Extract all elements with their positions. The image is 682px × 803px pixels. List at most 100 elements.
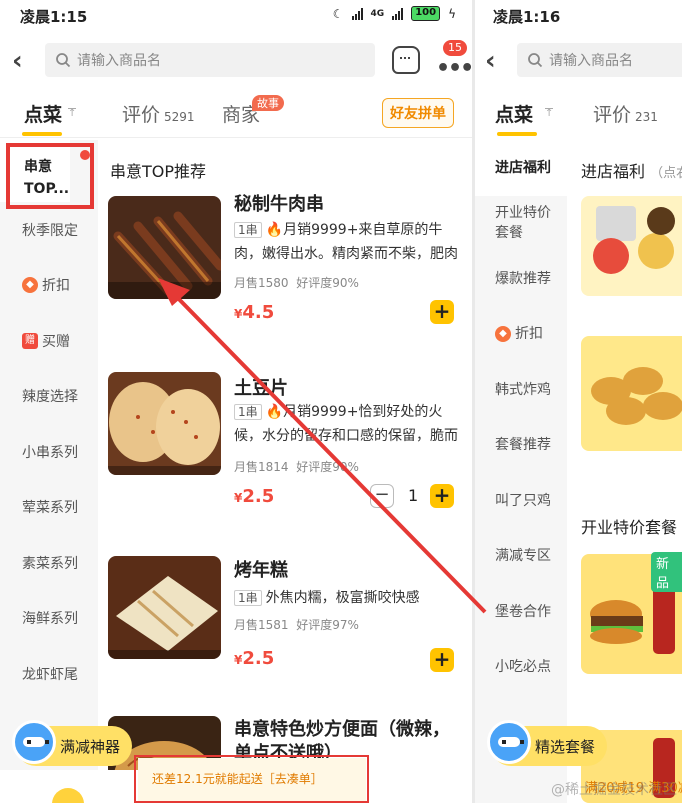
dish-price: ¥4.5 xyxy=(234,302,274,323)
rating: 好评度90% xyxy=(296,276,359,290)
sidebar-item-small-skewers[interactable]: 小串系列 xyxy=(0,424,98,480)
add-button[interactable]: + xyxy=(430,300,454,324)
sidebar-item-combo[interactable]: 套餐推荐 xyxy=(475,418,567,474)
customer-service-icon[interactable] xyxy=(392,46,420,74)
tab-reviews-label: 评价 xyxy=(122,104,161,126)
sidebar-item-hot[interactable]: 爆款推荐 xyxy=(475,251,567,307)
sidebar-item-label: 满减专区 xyxy=(495,548,551,565)
screenshot-root: 凌晨1:15 ☾ 4G 100 ϟ ‹ 请输入商品名 ••• 15 点菜 评价 5… xyxy=(0,0,682,803)
sidebar-item-label: 进店福利 xyxy=(495,159,551,176)
quantity-value: 1 xyxy=(408,486,419,505)
sidebar-item-veg[interactable]: 素菜系列 xyxy=(0,535,98,591)
dish-list: 串意TOP推荐 秘制牛肉串 1串 🔥月销9999+来自草原的牛肉，嫩得出水。精肉紧… xyxy=(98,140,472,803)
section-title: 串意TOP推荐 xyxy=(110,162,207,181)
sidebar-item-meat[interactable]: 荤菜系列 xyxy=(0,480,98,536)
signal-icon-2 xyxy=(392,7,404,20)
dish-item[interactable]: 土豆片 1串 🔥月销9999+恰到好处的火候，水分的留存和口感的保留，脆而 月售1… xyxy=(108,372,468,512)
sidebar-item-opening[interactable]: 开业特价套餐 xyxy=(475,196,555,252)
dish-unit-tag: 1串 xyxy=(234,404,262,420)
sidebar-item-discount[interactable]: ◆ 折扣 xyxy=(475,307,567,363)
discount-icon: ◆ xyxy=(495,326,511,343)
dish-description: 1串 🔥月销9999+来自草原的牛肉，嫩得出水。精肉紧而不柴，肥肉 xyxy=(234,218,462,266)
dish-name: 秘制牛肉串 xyxy=(234,194,324,215)
combo-picks-label: 精选套餐 xyxy=(535,737,596,756)
tab-reviews[interactable]: 评价 231 xyxy=(593,100,658,127)
dish-stats: 月售1580 好评度90% xyxy=(234,274,359,291)
discount-icon: ◆ xyxy=(22,277,38,294)
more-icon[interactable]: ••• xyxy=(436,56,472,81)
sidebar-item-chicken[interactable]: 叫了只鸡 xyxy=(475,473,567,529)
signal-icon xyxy=(351,7,363,20)
tab-order-label: 点菜 xyxy=(24,104,63,126)
sidebar-item-label: 龙虾虾尾 xyxy=(22,666,78,683)
monthly-sales: 月售1580 xyxy=(234,276,289,290)
dish-stats: 月售1581 好评度97% xyxy=(234,616,359,633)
search-bar: ‹ 请输入商品名 ••• 15 xyxy=(0,40,472,81)
sidebar-item-label: 爆款推荐 xyxy=(495,270,551,287)
sidebar-item-label: 叫了只鸡 xyxy=(495,492,551,509)
dish-item[interactable]: 秘制牛肉串 1串 🔥月销9999+来自草原的牛肉，嫩得出水。精肉紧而不柴，肥肉 月… xyxy=(108,194,468,326)
robot-mascot-icon xyxy=(12,720,56,764)
search-icon xyxy=(528,53,543,68)
back-arrow-icon[interactable]: ‹ xyxy=(12,46,23,76)
category-sidebar: 串意TOP... 秋季限定 ◆ 折扣 赠买赠 辣度选择 小串系列 荤菜系列 素菜系… xyxy=(0,140,98,803)
price-value: 2.5 xyxy=(242,648,275,669)
tab-order[interactable]: 点菜 xyxy=(24,100,62,127)
dish-image-sauces[interactable] xyxy=(581,196,682,296)
back-arrow-icon[interactable]: ‹ xyxy=(485,46,496,76)
add-button[interactable]: + xyxy=(430,484,454,508)
dish-unit-tag: 1串 xyxy=(234,590,262,606)
cart-icon[interactable] xyxy=(52,788,84,803)
dish-image-nuggets[interactable] xyxy=(581,336,682,451)
dish-stats: 月售1814 好评度90% xyxy=(234,458,359,475)
sidebar-item-autumn[interactable]: 秋季限定 xyxy=(0,202,98,258)
dish-price: ¥2.5 xyxy=(234,648,274,669)
sidebar-item-welcome[interactable]: 进店福利 xyxy=(475,140,567,196)
section-hint: （点右 xyxy=(650,166,682,181)
discount-helper-button[interactable]: 满减神器 xyxy=(12,720,132,766)
search-input-right[interactable]: 请输入商品名 xyxy=(517,43,682,77)
category-sidebar-right: 进店福利 开业特价套餐 爆款推荐 ◆ 折扣 韩式炸鸡 套餐推荐 叫了只鸡 满减专区… xyxy=(475,140,567,803)
sidebar-item-lobster[interactable]: 龙虾虾尾 xyxy=(0,646,98,702)
dish-image-beef[interactable] xyxy=(108,196,221,299)
sidebar-item-label: 辣度选择 xyxy=(22,389,78,406)
sidebar-item-label: 小串系列 xyxy=(22,444,78,461)
group-order-button[interactable]: 好友拼单 xyxy=(382,98,454,128)
sidebar-item-label: 套餐推荐 xyxy=(495,437,551,454)
sidebar-item-discount[interactable]: ◆ 折扣 xyxy=(0,258,98,314)
collapse-arrow-icon[interactable]: ↑ xyxy=(68,108,77,119)
minus-button[interactable]: − xyxy=(370,484,394,508)
gift-icon: 赠 xyxy=(22,332,38,349)
sidebar-item-spicy[interactable]: 辣度选择 xyxy=(0,369,98,425)
monthly-sales: 月售1581 xyxy=(234,618,289,632)
dish-item[interactable]: 烤年糕 1串 外焦内糯，极富撕咬快感 月售1581 好评度97% ¥2.5 + xyxy=(108,556,468,686)
rating: 好评度90% xyxy=(296,460,359,474)
sidebar-item-seafood[interactable]: 海鲜系列 xyxy=(0,591,98,647)
combo-picks-button[interactable]: 精选套餐 xyxy=(487,720,607,766)
add-button[interactable]: + xyxy=(430,648,454,672)
network-type: 4G xyxy=(370,8,385,19)
dish-image-ricecake[interactable] xyxy=(108,556,221,659)
sidebar-item-promo[interactable]: 满减专区 xyxy=(475,529,567,585)
collapse-arrow-icon[interactable]: ↑ xyxy=(545,108,554,119)
dish-desc-text: 🔥月销9999+来自草原的牛肉，嫩得出水。精肉紧而不柴，肥肉 xyxy=(234,222,458,262)
tab-order[interactable]: 点菜 xyxy=(495,100,533,127)
moon-icon: ☾ xyxy=(332,6,344,21)
sidebar-item-snacks[interactable]: 小吃必点 xyxy=(475,640,567,696)
dish-list-right: 进店福利 （点右 开业特价套餐 新品 xyxy=(567,140,682,803)
sidebar-item-gift[interactable]: 赠买赠 xyxy=(0,313,98,369)
search-input[interactable]: 请输入商品名 xyxy=(45,43,375,77)
section-title: 进店福利 （点右 xyxy=(581,158,682,182)
review-count: 231 xyxy=(635,110,658,124)
dish-image-potato[interactable] xyxy=(108,372,221,475)
sidebar-item-label: 开业特价套餐 xyxy=(495,205,551,242)
dish-desc-text: 外焦内糯，极富撕咬快感 xyxy=(265,590,420,606)
sidebar-item-korean-chicken[interactable]: 韩式炸鸡 xyxy=(475,362,567,418)
sidebar-item-burger[interactable]: 堡卷合作 xyxy=(475,584,567,640)
status-time: 凌晨1:16 xyxy=(493,8,561,26)
tab-reviews[interactable]: 评价 5291 xyxy=(122,100,195,127)
battery-icon: 100 xyxy=(411,6,441,21)
dish-name: 土豆片 xyxy=(234,378,288,399)
section-title-2: 开业特价套餐 xyxy=(581,518,678,537)
dish-name: 烤年糕 xyxy=(234,560,288,581)
